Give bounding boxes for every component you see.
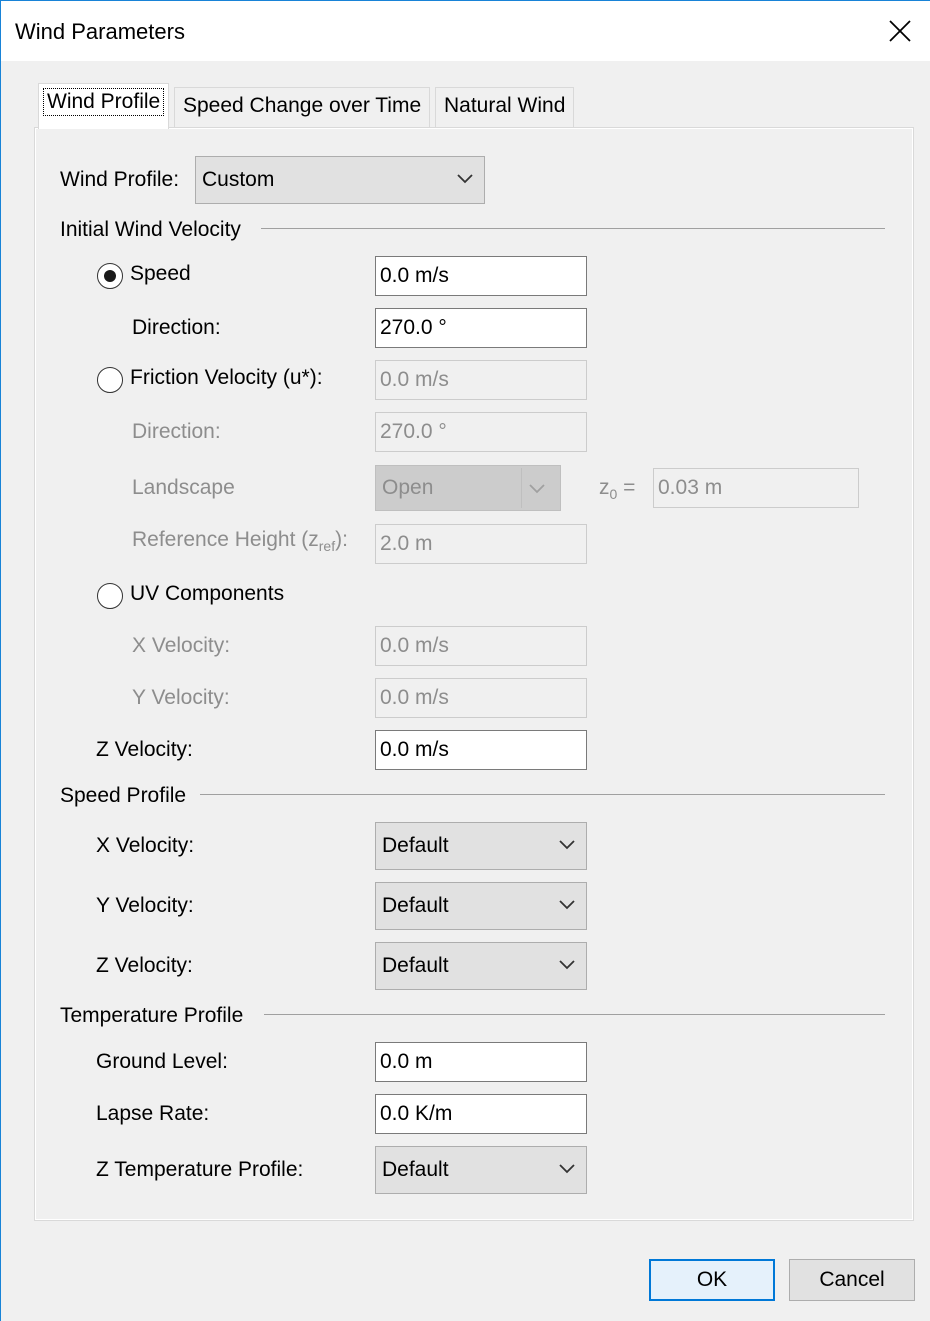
chevron-down-icon bbox=[457, 174, 473, 184]
speed-profile-heading: Speed Profile bbox=[60, 784, 187, 807]
tab-wind-profile[interactable]: Wind Profile bbox=[38, 83, 170, 129]
ground-level-label: Ground Level: bbox=[96, 1050, 228, 1073]
speed-profile-y-label: Y Velocity: bbox=[96, 894, 194, 917]
speed-profile-x-select[interactable]: Default bbox=[375, 822, 587, 870]
z0-label: z0 = bbox=[599, 475, 635, 507]
speed-profile-y-value: Default bbox=[382, 894, 449, 917]
chevron-down-icon bbox=[559, 840, 575, 850]
uv-y-velocity-input[interactable]: 0.0 m/s bbox=[375, 678, 587, 718]
z-velocity-label: Z Velocity: bbox=[96, 738, 193, 761]
landscape-select[interactable]: Open bbox=[375, 465, 561, 511]
z0-symbol: z bbox=[599, 476, 610, 499]
z0-input[interactable]: 0.03 m bbox=[653, 468, 859, 508]
initial-wind-velocity-heading: Initial Wind Velocity bbox=[60, 218, 241, 241]
chevron-down-icon bbox=[559, 900, 575, 910]
radio-selected-dot bbox=[104, 270, 116, 282]
z0-equals: = bbox=[623, 476, 636, 499]
speed-input[interactable]: 0.0 m/s bbox=[375, 256, 587, 296]
window-title: Wind Parameters bbox=[15, 19, 185, 44]
direction-input[interactable]: 270.0 ° bbox=[375, 308, 587, 348]
uv-y-velocity-label: Y Velocity: bbox=[132, 686, 230, 709]
wind-profile-value: Custom bbox=[202, 168, 275, 191]
title-bar: Wind Parameters bbox=[1, 1, 930, 61]
friction-direction-input[interactable]: 270.0 ° bbox=[375, 412, 587, 452]
group-divider bbox=[264, 1014, 885, 1015]
friction-direction-label: Direction: bbox=[132, 420, 221, 443]
friction-velocity-input[interactable]: 0.0 m/s bbox=[375, 360, 587, 400]
z-velocity-input[interactable]: 0.0 m/s bbox=[375, 730, 587, 770]
temperature-profile-heading: Temperature Profile bbox=[60, 1004, 244, 1027]
z0-subscript: 0 bbox=[609, 486, 618, 503]
reference-height-subscript: ref bbox=[318, 538, 336, 555]
tab-wind-profile-label: Wind Profile bbox=[43, 88, 165, 116]
chevron-down-icon bbox=[559, 960, 575, 970]
speed-radio[interactable] bbox=[97, 263, 123, 289]
uv-components-radio[interactable] bbox=[97, 583, 123, 609]
tab-natural-wind-label: Natural Wind bbox=[444, 94, 566, 117]
reference-height-input[interactable]: 2.0 m bbox=[375, 524, 587, 564]
cancel-button[interactable]: Cancel bbox=[789, 1259, 915, 1301]
uv-x-velocity-label: X Velocity: bbox=[132, 634, 231, 657]
ground-level-input[interactable]: 0.0 m bbox=[375, 1042, 587, 1082]
tab-natural-wind[interactable]: Natural Wind bbox=[435, 87, 575, 127]
close-button[interactable] bbox=[870, 1, 930, 61]
uv-x-velocity-input[interactable]: 0.0 m/s bbox=[375, 626, 587, 666]
speed-profile-x-value: Default bbox=[382, 834, 449, 857]
direction-label: Direction: bbox=[132, 316, 221, 339]
z-temperature-profile-value: Default bbox=[382, 1158, 449, 1181]
lapse-rate-input[interactable]: 0.0 K/m bbox=[375, 1094, 587, 1134]
lapse-rate-label: Lapse Rate: bbox=[96, 1102, 210, 1125]
group-divider bbox=[200, 794, 885, 795]
ok-button[interactable]: OK bbox=[649, 1259, 775, 1301]
landscape-value: Open bbox=[382, 476, 434, 499]
tab-speed-change-over-time[interactable]: Speed Change over Time bbox=[174, 87, 431, 127]
reference-height-close: ): bbox=[335, 528, 348, 551]
reference-height-label: Reference Height (zref): bbox=[132, 527, 348, 559]
chevron-down-icon bbox=[529, 484, 545, 494]
z-temperature-profile-select[interactable]: Default bbox=[375, 1146, 587, 1194]
group-divider bbox=[261, 228, 885, 229]
tab-speed-change-label: Speed Change over Time bbox=[183, 94, 422, 117]
landscape-label: Landscape bbox=[132, 476, 235, 499]
speed-radio-label: Speed bbox=[130, 262, 191, 285]
friction-velocity-radio[interactable] bbox=[97, 367, 123, 393]
close-icon bbox=[889, 20, 911, 42]
friction-velocity-radio-label: Friction Velocity (u*): bbox=[130, 366, 323, 389]
speed-profile-x-label: X Velocity: bbox=[96, 834, 195, 857]
reference-height-text: Reference Height (z bbox=[132, 528, 319, 551]
speed-profile-z-label: Z Velocity: bbox=[96, 954, 193, 977]
wind-parameters-dialog: Wind Parameters Wind Profile Speed Chang… bbox=[0, 0, 930, 1321]
speed-profile-z-value: Default bbox=[382, 954, 449, 977]
wind-profile-label: Wind Profile: bbox=[60, 168, 180, 191]
speed-profile-z-select[interactable]: Default bbox=[375, 942, 587, 990]
z-temperature-profile-label: Z Temperature Profile: bbox=[96, 1158, 304, 1181]
chevron-down-icon bbox=[559, 1164, 575, 1174]
speed-profile-y-select[interactable]: Default bbox=[375, 882, 587, 930]
uv-components-radio-label: UV Components bbox=[130, 582, 285, 605]
wind-profile-select[interactable]: Custom bbox=[195, 156, 485, 204]
